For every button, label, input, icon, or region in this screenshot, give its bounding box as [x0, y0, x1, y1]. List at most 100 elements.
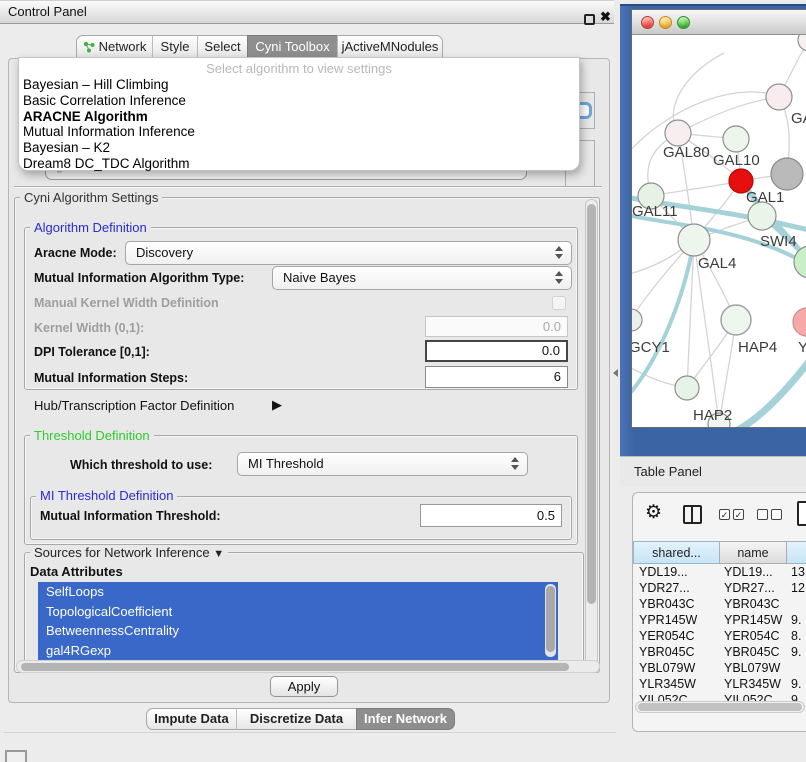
hub-section-label[interactable]: Hub/Transcription Factor Definition: [34, 398, 234, 413]
node-gal4[interactable]: [678, 224, 710, 256]
table-horizontal-scrollbar[interactable]: [635, 701, 805, 713]
mi-threshold-definition-title: MI Threshold Definition: [36, 488, 177, 503]
dropdown-item[interactable]: Dream8 DC_TDC Algorithm: [19, 156, 579, 172]
table-row[interactable]: YLR345WYLR345W9.: [633, 676, 806, 692]
node-label: HAP4: [738, 339, 777, 356]
hub-expand-arrow-icon[interactable]: ▶: [272, 397, 282, 413]
tab-infer-network[interactable]: Infer Network: [356, 708, 455, 730]
tab-style[interactable]: Style: [152, 35, 197, 58]
aracne-mode-combo[interactable]: Discovery: [125, 241, 572, 265]
close-icon[interactable]: ✖: [600, 9, 611, 25]
column-header-shared[interactable]: shared...: [633, 541, 720, 564]
aracne-mode-label: Aracne Mode:: [34, 246, 117, 260]
node-label: GAL1: [746, 189, 784, 206]
settings-vertical-scrollbar[interactable]: [585, 199, 598, 671]
kernel-width-field[interactable]: 0.0: [425, 316, 568, 337]
node-near-swi4[interactable]: [748, 202, 776, 230]
column-header-name[interactable]: name: [720, 541, 787, 564]
table-row[interactable]: YBR043CYBR043C: [633, 596, 806, 612]
dropdown-item[interactable]: Mutual Information Inference: [19, 124, 579, 140]
algorithm-dropdown-placeholder: Select algorithm to view settings: [19, 60, 579, 77]
tab-discretize-data[interactable]: Discretize Data: [236, 708, 356, 730]
settings-horizontal-scrollbar[interactable]: [16, 660, 600, 673]
sources-expand-arrow-icon[interactable]: ▼: [213, 548, 224, 560]
tab-jactivemnodules[interactable]: jActiveMNodules: [337, 35, 443, 58]
gear-icon[interactable]: ⚙: [645, 501, 662, 524]
partial-corner-widget[interactable]: [5, 750, 27, 762]
table-toolbar: ⚙ ✓ ✓: [633, 493, 806, 539]
float-window-icon[interactable]: [584, 14, 595, 25]
node-label: SWI4: [760, 233, 797, 250]
network-canvas[interactable]: GAL GAL80 GAL10 GAL1 GAL11 SWI4 GAL4 GCY…: [632, 35, 806, 427]
close-traffic-light-icon[interactable]: [641, 16, 654, 29]
split-columns-icon[interactable]: [683, 505, 702, 524]
tab-impute-data[interactable]: Impute Data: [146, 708, 236, 730]
apply-button[interactable]: Apply: [270, 676, 338, 697]
checked-checkbox-icon[interactable]: ✓: [733, 509, 744, 520]
mi-threshold-field[interactable]: 0.5: [420, 504, 562, 527]
zoom-traffic-light-icon[interactable]: [677, 16, 690, 29]
checked-checkbox-icon[interactable]: ✓: [719, 509, 730, 520]
network-tab-icon: [83, 38, 95, 59]
list-item[interactable]: TopologicalCoefficient: [38, 602, 558, 622]
list-item[interactable]: BetweennessCentrality: [38, 621, 558, 641]
table-panel-title: Table Panel: [634, 464, 702, 479]
node-pink-top[interactable]: [766, 84, 792, 110]
table-row[interactable]: YBL079WYBL079W: [633, 660, 806, 676]
dpi-tolerance-label: DPI Tolerance [0,1]:: [34, 345, 150, 359]
bottom-tabbar: Impute Data Discretize Data Infer Networ…: [146, 708, 455, 730]
mi-algorithm-type-combo[interactable]: Naive Bayes: [272, 266, 572, 290]
table-horizontal-scrollbar-thumb[interactable]: [638, 703, 802, 711]
node-gray-large[interactable]: [771, 158, 803, 190]
control-panel-tabbar: Network Style Select Cyni Toolbox jActiv…: [76, 35, 443, 58]
column-header-partial[interactable]: [787, 541, 806, 564]
manual-kernel-label: Manual Kernel Width Definition: [34, 296, 219, 310]
combo-stepper-icon: [555, 246, 563, 259]
unchecked-checkbox-icon[interactable]: [757, 509, 768, 520]
table-row[interactable]: YPR145WYPR145W9.: [633, 612, 806, 628]
node-gal10[interactable]: [723, 126, 749, 152]
node-label: HAP2: [693, 407, 732, 424]
network-node-labels: GAL GAL80 GAL10 GAL1 GAL11 SWI4 GAL4 GCY…: [632, 110, 806, 424]
node-gcy1[interactable]: [632, 309, 642, 331]
node-swi4-large[interactable]: [794, 246, 806, 278]
list-item[interactable]: gal4RGexp: [38, 641, 558, 661]
node-partial-top[interactable]: [798, 35, 806, 51]
dpi-tolerance-field[interactable]: 0.0: [425, 340, 568, 362]
tab-select[interactable]: Select: [197, 35, 247, 58]
tab-cyni-toolbox[interactable]: Cyni Toolbox: [247, 35, 337, 58]
sources-title[interactable]: Sources for Network Inference ▼: [30, 545, 228, 560]
tab-network[interactable]: Network: [76, 35, 152, 58]
mi-algorithm-type-label: Mutual Information Algorithm Type:: [34, 271, 244, 285]
node-gal80[interactable]: [665, 120, 691, 146]
network-window-titlebar[interactable]: [632, 10, 806, 35]
document-icon[interactable]: [797, 501, 806, 526]
table-row[interactable]: YBR045CYBR045C9.: [633, 644, 806, 660]
table-row[interactable]: YDR27...YDR27...12: [633, 580, 806, 596]
table-row[interactable]: YER054CYER054C8.: [633, 628, 806, 644]
dropdown-item[interactable]: Bayesian – K2: [19, 140, 579, 156]
list-item[interactable]: SelfLoops: [38, 582, 558, 602]
manual-kernel-checkbox[interactable]: [552, 296, 566, 310]
control-panel-titlebar: Control Panel: [0, 0, 614, 24]
panel-collapse-arrow-icon[interactable]: [613, 369, 618, 377]
node-hap2[interactable]: [675, 376, 699, 400]
attributes-list-scrollbar[interactable]: [545, 584, 556, 657]
dropdown-item-selected[interactable]: ARACNE Algorithm: [19, 109, 579, 125]
dropdown-item[interactable]: Bayesian – Hill Climbing: [19, 77, 579, 93]
mi-steps-field[interactable]: 6: [425, 366, 568, 388]
mi-threshold-label: Mutual Information Threshold:: [40, 509, 221, 523]
table-row[interactable]: YDL19...YDL19...13: [633, 564, 806, 580]
algorithm-dropdown: Select algorithm to view settings Bayesi…: [18, 57, 580, 171]
unchecked-checkbox-icon[interactable]: [771, 509, 782, 520]
node-hap4[interactable]: [721, 305, 751, 335]
data-attributes-label: Data Attributes: [30, 564, 123, 579]
node-pink-right[interactable]: [793, 308, 806, 336]
attributes-list-scrollbar-thumb[interactable]: [546, 586, 555, 652]
settings-horizontal-scrollbar-thumb[interactable]: [21, 663, 569, 671]
minimize-traffic-light-icon[interactable]: [659, 16, 672, 29]
which-threshold-combo[interactable]: MI Threshold: [237, 452, 528, 476]
settings-vertical-scrollbar-thumb[interactable]: [587, 204, 596, 604]
table-rows: YDL19...YDL19...13 YDR27...YDR27...12 YB…: [633, 564, 806, 710]
dropdown-item[interactable]: Basic Correlation Inference: [19, 93, 579, 109]
